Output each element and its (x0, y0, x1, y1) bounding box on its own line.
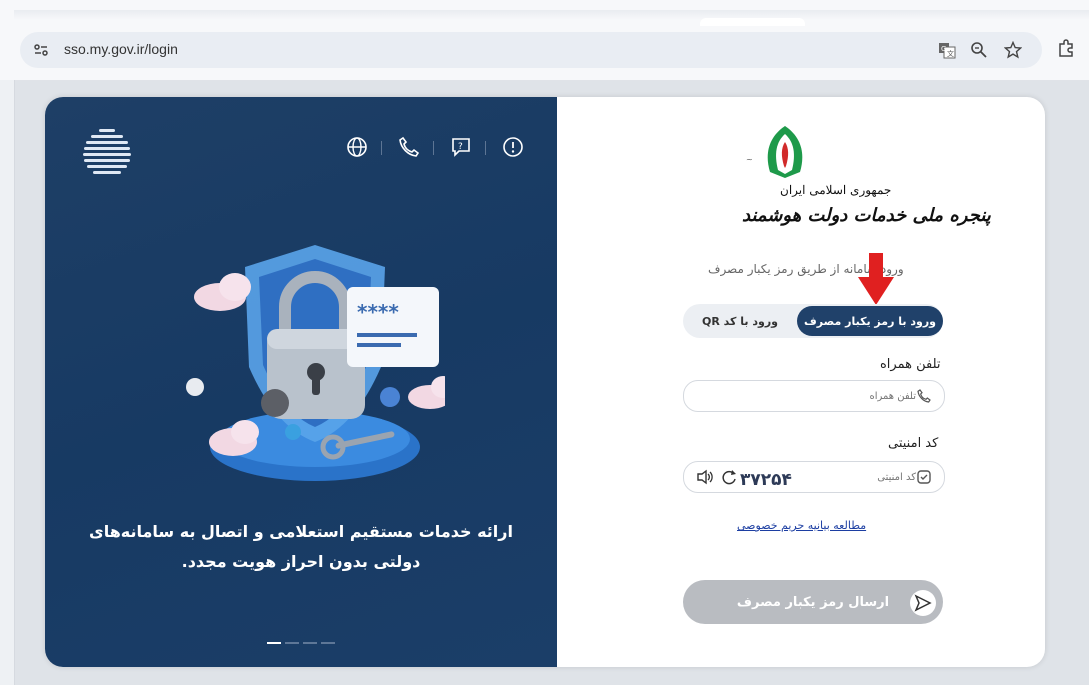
security-illustration: **** (186, 245, 445, 481)
phone-input[interactable] (724, 385, 918, 407)
globe-logo-icon (83, 129, 131, 174)
slide-dot[interactable] (303, 642, 317, 644)
url-text[interactable]: sso.my.gov.ir/login (64, 41, 178, 57)
svg-text:G: G (941, 45, 946, 53)
phone-label: تلفن همراه (880, 357, 941, 372)
send-otp-button[interactable]: ارسال رمز یکبار مصرف (683, 580, 943, 624)
slide-dot[interactable] (321, 642, 335, 644)
tab-strip (14, 10, 1089, 20)
svg-text:文: 文 (947, 49, 954, 58)
browser-toolbar: sso.my.gov.ir/login G文 (0, 0, 1089, 81)
star-icon[interactable] (1004, 41, 1022, 59)
privacy-link[interactable]: مطالعه بیانیه حریم خصوصی (737, 519, 866, 532)
portal-title: پنجره ملی خدمات دولت هوشمند (742, 205, 991, 226)
zoom-icon[interactable] (970, 41, 988, 59)
browser-tab[interactable] (700, 18, 805, 26)
iran-emblem-icon: ~ (746, 126, 803, 178)
icon-separator (433, 141, 434, 155)
svg-text:~: ~ (746, 155, 753, 164)
slide-indicators (267, 629, 339, 648)
slide-dot[interactable] (267, 642, 281, 644)
slide-dot[interactable] (285, 642, 299, 644)
phone-icon[interactable] (397, 135, 421, 159)
password-mask: **** (357, 300, 399, 324)
page-edge (0, 80, 15, 685)
captcha-input[interactable] (864, 466, 918, 488)
info-icon[interactable] (501, 135, 525, 159)
phone-field[interactable] (683, 380, 945, 412)
speaker-icon[interactable] (696, 468, 714, 486)
tab-otp-login[interactable]: ورود با رمز یکبار مصرف (797, 306, 943, 336)
phone-field-icon (917, 389, 931, 403)
site-settings-icon[interactable] (32, 41, 50, 59)
tab-qr-login[interactable]: ورود با کد QR (690, 306, 790, 336)
icon-separator (381, 141, 382, 155)
caption-line-1: ارائه خدمات مستقیم استعلامی و اتصال به س… (89, 522, 513, 541)
emblem-caption: جمهوری اسلامی ایران (780, 183, 892, 197)
captcha-label: کد امنیتی (888, 436, 939, 451)
address-bar[interactable]: sso.my.gov.ir/login G文 (20, 32, 1042, 68)
refresh-icon[interactable] (720, 468, 738, 486)
send-icon (910, 590, 936, 616)
extensions-icon[interactable] (1056, 38, 1076, 58)
help-chat-icon[interactable]: ? (449, 135, 473, 159)
panel-top-icons: ? (335, 135, 535, 161)
captcha-image: ۳۷۲۵۴ (740, 470, 792, 490)
svg-text:?: ? (458, 142, 463, 152)
promo-panel: ? **** ارائه خدمات مستقیم استعلامی و اتص… (45, 97, 557, 667)
arrow-down-icon (858, 253, 894, 305)
caption-line-2: دولتی بدون احراز هویت مجدد. (181, 552, 421, 571)
shield-check-icon (917, 470, 931, 484)
globe-icon[interactable] (345, 135, 369, 159)
translate-icon[interactable]: G文 (938, 41, 956, 59)
panel-caption: ارائه خدمات مستقیم استعلامی و اتصال به س… (45, 517, 557, 577)
icon-separator (485, 141, 486, 155)
captcha-field[interactable] (683, 461, 945, 493)
